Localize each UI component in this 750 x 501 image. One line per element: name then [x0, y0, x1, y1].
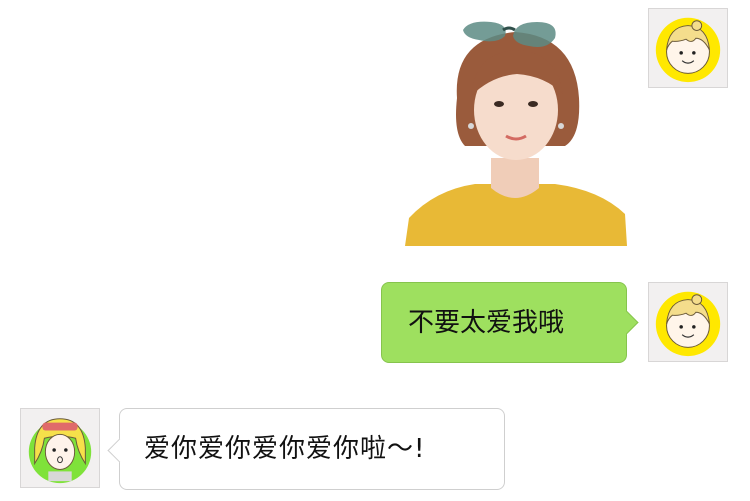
chat-window: 不要太爱我哦 爱你爱你爱你爱你啦～!	[0, 0, 750, 501]
received-message-bubble[interactable]: 爱你爱你爱你爱你啦～!	[119, 408, 505, 490]
message-text: 爱你爱你爱你爱你啦～!	[144, 434, 426, 464]
cartoon-girl-avatar-icon	[21, 409, 99, 487]
sent-message-bubble[interactable]: 不要太爱我哦	[381, 282, 627, 363]
self-avatar[interactable]	[648, 8, 728, 88]
contact-avatar[interactable]	[20, 408, 100, 488]
photo-message[interactable]	[405, 18, 627, 246]
cartoon-girl-avatar-icon	[649, 283, 727, 361]
woman-photo-image	[405, 18, 627, 246]
message-text: 不要太爱我哦	[408, 307, 565, 338]
self-avatar[interactable]	[648, 282, 728, 362]
cartoon-girl-avatar-icon	[649, 9, 727, 87]
